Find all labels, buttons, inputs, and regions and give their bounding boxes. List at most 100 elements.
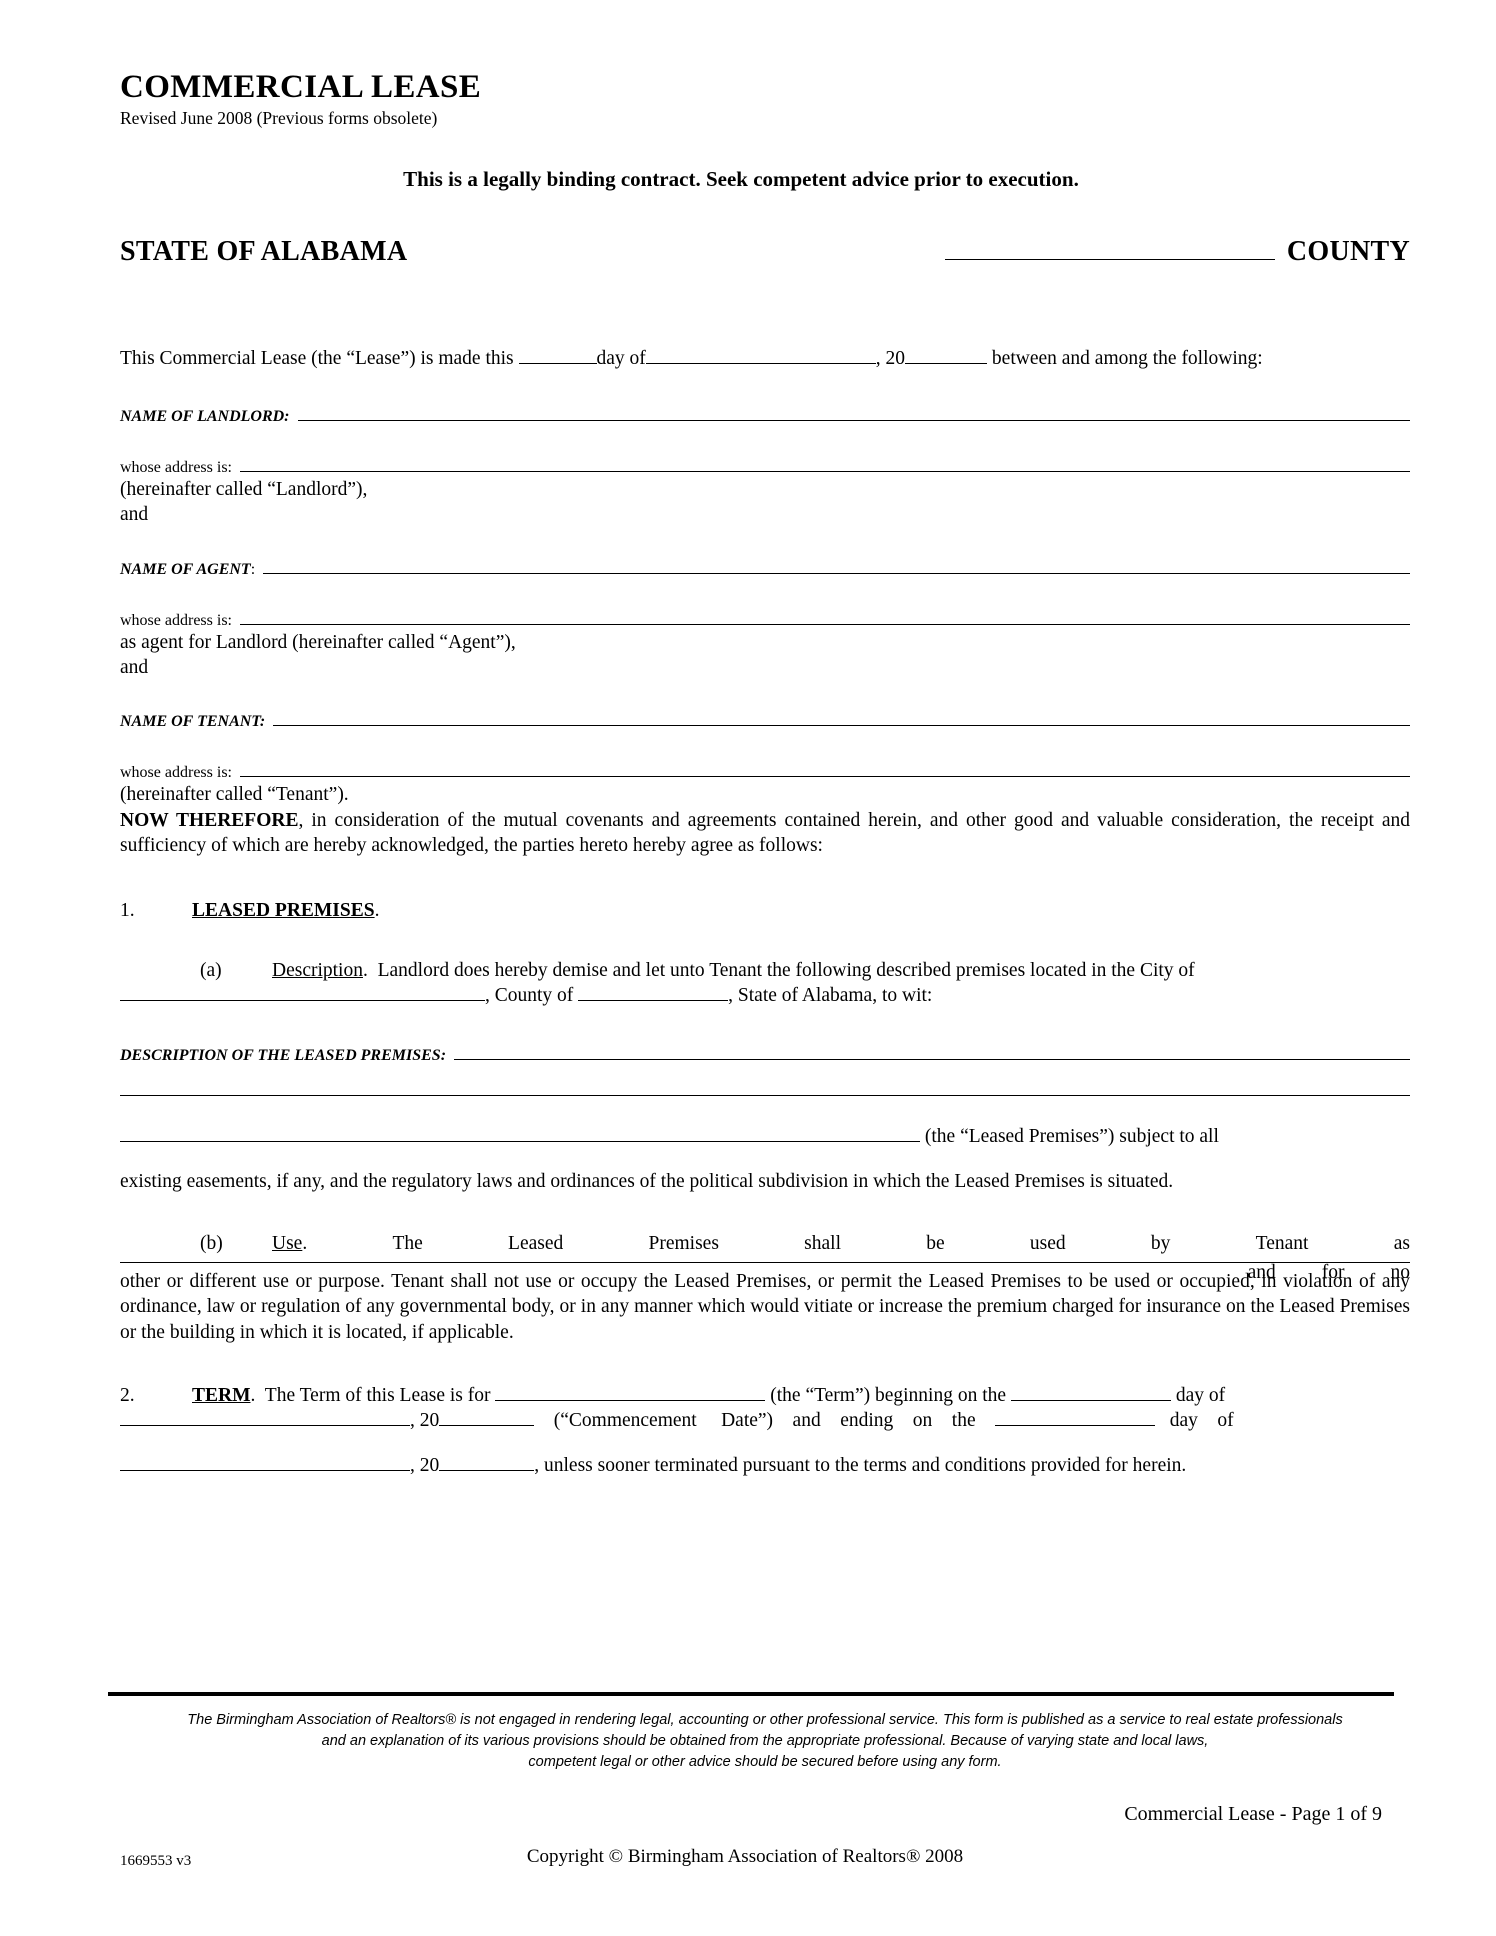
agent-address-label: whose address is: <box>120 611 232 629</box>
intro-block: This Commercial Lease (the “Lease”) is m… <box>120 346 1410 371</box>
subsection-1a-row: (a) Description. Landlord does hereby de… <box>120 958 1410 983</box>
binding-notice: This is a legally binding contract. Seek… <box>403 166 1079 191</box>
agent-name-field[interactable] <box>263 556 1410 574</box>
subsection-1b-row: (b) Use. The Leased Premises shall be us… <box>120 1231 1410 1256</box>
tenant-name-row: NAME OF TENANT: <box>120 708 1410 731</box>
section-2-row: 2. TERM. The Term of this Lease is for (… <box>120 1383 1410 1408</box>
subsection-1b-text: other or different use or purpose. Tenan… <box>120 1270 1410 1343</box>
term-end-year-field[interactable] <box>439 1453 535 1472</box>
description-field-line-3[interactable] <box>120 1124 920 1143</box>
agent-hereinafter: as agent for Landlord (hereinafter calle… <box>120 631 516 653</box>
subsection-1b-title: Use <box>272 1232 303 1254</box>
subsection-1b-spread-line: Use. The Leased Premises shall be used b… <box>272 1231 1410 1256</box>
copyright-notice: Copyright © Birmingham Association of Re… <box>526 1846 964 1868</box>
description-field-line-2[interactable] <box>120 1095 1410 1097</box>
county-label: COUNTY <box>1286 235 1410 267</box>
section-2-heading: TERM <box>192 1384 251 1406</box>
month-blank-field[interactable] <box>645 346 876 364</box>
now-therefore-text: , in consideration of the mutual covenan… <box>120 809 1410 857</box>
page-indicator: Commercial Lease - Page 1 of 9 <box>1124 1803 1382 1826</box>
term-text-7: on <box>912 1410 933 1432</box>
term-begin-month-field[interactable] <box>120 1408 410 1427</box>
term-text-1: The Term of this Lease is for <box>264 1384 491 1406</box>
subsection-1b-title-wrap: Use. <box>272 1231 307 1256</box>
landlord-address-row: whose address is: <box>120 454 1410 477</box>
term-line-2: , 20 (“Commencement Date”) and ending on… <box>120 1408 1410 1433</box>
agent-name-row: NAME OF AGENT: <box>120 556 1410 579</box>
now-therefore-lead: NOW THEREFORE <box>120 809 299 831</box>
subsection-1b-body: Use. The Leased Premises shall be used b… <box>272 1231 1410 1256</box>
day-blank-field[interactable] <box>518 346 597 364</box>
agent-label-wrap: NAME OF AGENT: <box>120 561 255 579</box>
term-begin-day-field[interactable] <box>1010 1383 1171 1401</box>
section-2-heading-period: . <box>250 1384 256 1406</box>
landlord-address-field[interactable] <box>239 454 1410 472</box>
leased-premises-closing-2: existing easements, if any, and the regu… <box>120 1171 1174 1193</box>
tenant-hereinafter: (hereinafter called “Tenant”). <box>120 784 349 806</box>
disclaimer-line-2: and an explanation of its various provis… <box>321 1733 1209 1750</box>
agent-address-field[interactable] <box>239 607 1410 625</box>
term-begin-year-field[interactable] <box>439 1408 535 1427</box>
term-text-11: , unless sooner terminated pursuant to t… <box>534 1455 1187 1477</box>
description-label-row: DESCRIPTION OF THE LEASED PREMISES: <box>120 1042 1410 1065</box>
section-1-heading-row: 1. LEASED PREMISES. <box>120 898 1410 923</box>
section-1-heading: LEASED PREMISES <box>192 900 375 922</box>
term-line-3: , 20 , unless sooner terminated pursuant … <box>120 1453 1410 1478</box>
state-name: STATE OF ALABAMA <box>120 235 408 267</box>
document-header: COMMERCIAL LEASE Revised June 2008 (Prev… <box>120 69 1410 129</box>
landlord-label: NAME OF LANDLORD: <box>120 407 290 425</box>
term-text-2: (the “Term”) beginning on the <box>770 1384 1007 1406</box>
term-text-5: and <box>792 1410 821 1432</box>
term-end-day-field[interactable] <box>995 1408 1156 1427</box>
spread-word-0: The <box>392 1232 423 1254</box>
subsection-1a-text: Landlord does hereby demise and let unto… <box>377 959 1195 981</box>
landlord-name-row: NAME OF LANDLORD: <box>120 403 1410 426</box>
term-text-10: of <box>1217 1410 1234 1432</box>
term-year-prefix-2: , 20 <box>410 1455 440 1477</box>
and-connector-2: and <box>120 657 149 678</box>
description-field-line-1[interactable] <box>454 1042 1410 1061</box>
use-blank-field[interactable] <box>120 1261 1410 1263</box>
term-year-prefix: , 20 <box>410 1410 440 1432</box>
intro-tail: between and among the following: <box>991 347 1263 369</box>
section-2-number: 2. <box>120 1384 135 1406</box>
spread-word-2: Premises <box>648 1232 719 1254</box>
term-text-4b: Date”) <box>721 1410 774 1432</box>
tenant-name-field[interactable] <box>273 708 1410 727</box>
county-of-field[interactable] <box>578 983 729 1002</box>
section-1-heading-wrap: LEASED PREMISES. <box>192 898 379 923</box>
intro-lead: This Commercial Lease (the “Lease”) is m… <box>120 347 514 369</box>
intro-year-prefix: , 20 <box>875 347 906 369</box>
term-text-3: day of <box>1175 1384 1226 1406</box>
leased-premises-closing-1: (the “Leased Premises”) subject to all <box>924 1126 1219 1148</box>
city-blank-field[interactable] <box>120 983 485 1002</box>
now-therefore-paragraph: NOW THEREFORE, in consideration of the m… <box>120 808 1410 859</box>
county-of-text: , County of <box>485 985 574 1007</box>
term-text-8: the <box>951 1410 976 1432</box>
section-2-body: TERM. The Term of this Lease is for (the… <box>192 1383 1410 1408</box>
description-label: DESCRIPTION OF THE LEASED PREMISES: <box>120 1047 447 1065</box>
revision-note: Revised June 2008 (Previous forms obsole… <box>120 107 438 128</box>
year-blank-field[interactable] <box>905 346 988 364</box>
term-text-4: (“Commencement <box>553 1410 697 1432</box>
spread-word-4: be <box>926 1232 945 1254</box>
term-end-month-field[interactable] <box>120 1453 410 1472</box>
state-county-row: STATE OF ALABAMA COUNTY <box>120 236 1410 268</box>
disclaimer-line-1: The Birmingham Association of Realtors® … <box>187 1712 1343 1728</box>
term-length-field[interactable] <box>495 1383 766 1401</box>
subsection-1b-letter: (b) <box>200 1232 223 1254</box>
leased-premises-closing-line: (the “Leased Premises”) subject to all <box>120 1124 1410 1149</box>
spread-word-1: Leased <box>508 1232 564 1254</box>
document-footer: The Birmingham Association of Realtors® … <box>120 1710 1410 1887</box>
tenant-address-row: whose address is: <box>120 759 1410 782</box>
landlord-name-field[interactable] <box>297 403 1410 421</box>
term-text-9: day <box>1169 1410 1198 1432</box>
document-body: COMMERCIAL LEASE Revised June 2008 (Prev… <box>120 69 1410 1498</box>
tenant-address-label: whose address is: <box>120 764 232 782</box>
agent-address-row: whose address is: <box>120 607 1410 630</box>
intro-paragraph: This Commercial Lease (the “Lease”) is m… <box>120 346 1410 371</box>
county-blank-field[interactable] <box>944 237 1275 260</box>
section-1-number: 1. <box>120 900 135 922</box>
term-text-6: ending <box>840 1410 894 1432</box>
tenant-address-field[interactable] <box>239 759 1410 778</box>
